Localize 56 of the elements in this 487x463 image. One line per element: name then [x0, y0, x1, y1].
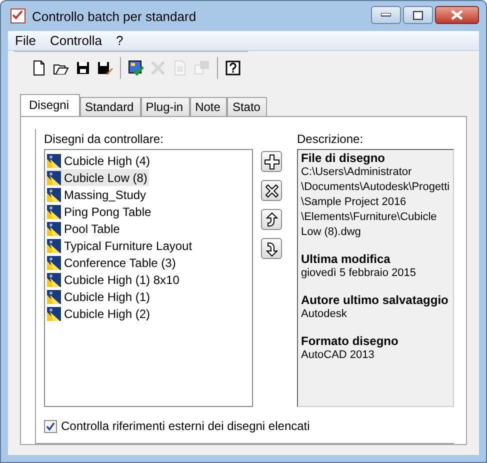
list-item[interactable]: Pool Table	[46, 220, 122, 237]
maximize-button[interactable]	[403, 6, 433, 24]
list-item[interactable]: Cubicle High (1)	[46, 288, 152, 305]
property-heading: Ultima modifica	[301, 252, 392, 266]
drawing-file-icon	[46, 306, 62, 322]
drawing-file-icon	[46, 238, 62, 254]
checkbox-label: Controlla riferimenti esterni dei disegni elencati	[61, 419, 310, 433]
drawing-file-icon	[46, 186, 62, 202]
tab[interactable]: Plug-in	[140, 97, 190, 116]
floppy-disk-icon[interactable]	[74, 59, 92, 77]
drawing-file-icon	[46, 152, 62, 168]
property-heading: File di disegno	[301, 151, 386, 165]
close-button[interactable]	[435, 6, 479, 24]
drawing-file-icon	[46, 220, 62, 236]
list-item[interactable]: Ping Pong Table	[46, 203, 154, 220]
close-icon	[451, 10, 463, 20]
property-value: giovedì 5 febbraio 2015	[301, 266, 417, 281]
menu-item[interactable]: Controlla	[42, 33, 109, 48]
property-value: C:\Users\Administrator\Documents\Autodesk\Progetti\Sample Project 2016\Elements\Furniture\Cubicle Low (8).dwg	[301, 165, 450, 240]
tab[interactable]: Stato	[227, 97, 268, 116]
tab[interactable]: Disegni	[20, 94, 80, 116]
list-item[interactable]: Cubicle Low (8)	[46, 169, 150, 186]
help-icon[interactable]	[224, 59, 242, 77]
maximize-icon	[413, 10, 423, 20]
list-item[interactable]: Cubicle High (2)	[46, 305, 152, 322]
list-item[interactable]: Conference Table (3)	[46, 254, 178, 271]
menu-item[interactable]: File	[8, 33, 43, 48]
x-button[interactable]	[261, 180, 282, 201]
checkbox[interactable]	[44, 420, 57, 432]
floppy-pencil-icon[interactable]	[96, 59, 114, 77]
drawing-file-icon	[46, 272, 62, 288]
property-value: Autodesk	[301, 307, 348, 322]
tab[interactable]: Note	[190, 97, 228, 116]
description-label: Descrizione:	[297, 132, 364, 146]
minimize-icon	[381, 13, 391, 17]
menu-item[interactable]: ?	[108, 33, 130, 48]
drawing-file-icon	[46, 204, 62, 220]
list-item[interactable]: Typical Furniture Layout	[46, 237, 194, 254]
drawing-file-icon	[46, 288, 62, 304]
tab[interactable]: Standard	[80, 97, 141, 116]
property-value: AutoCAD 2013	[301, 348, 376, 363]
list-item[interactable]: Cubicle High (4)	[46, 152, 152, 169]
list-item[interactable]: Cubicle High (1) 8x10	[46, 271, 182, 288]
minimize-button[interactable]	[371, 6, 401, 24]
property-heading: Autore ultimo salvataggio	[301, 293, 450, 307]
checklist-app-icon	[10, 8, 26, 24]
drawing-file-icon	[46, 254, 62, 270]
window-title: Controllo batch per standard	[32, 8, 198, 24]
check-drawing-icon[interactable]	[127, 59, 145, 77]
drawing-file-icon	[46, 170, 62, 186]
down-arrow-button[interactable]	[261, 238, 282, 259]
list-label: Disegni da controllare:	[44, 132, 164, 146]
up-arrow-button[interactable]	[261, 209, 282, 230]
list-item[interactable]: Massing_Study	[46, 186, 148, 203]
plus-button[interactable]	[261, 151, 282, 172]
property-heading: Formato disegno	[301, 334, 400, 348]
